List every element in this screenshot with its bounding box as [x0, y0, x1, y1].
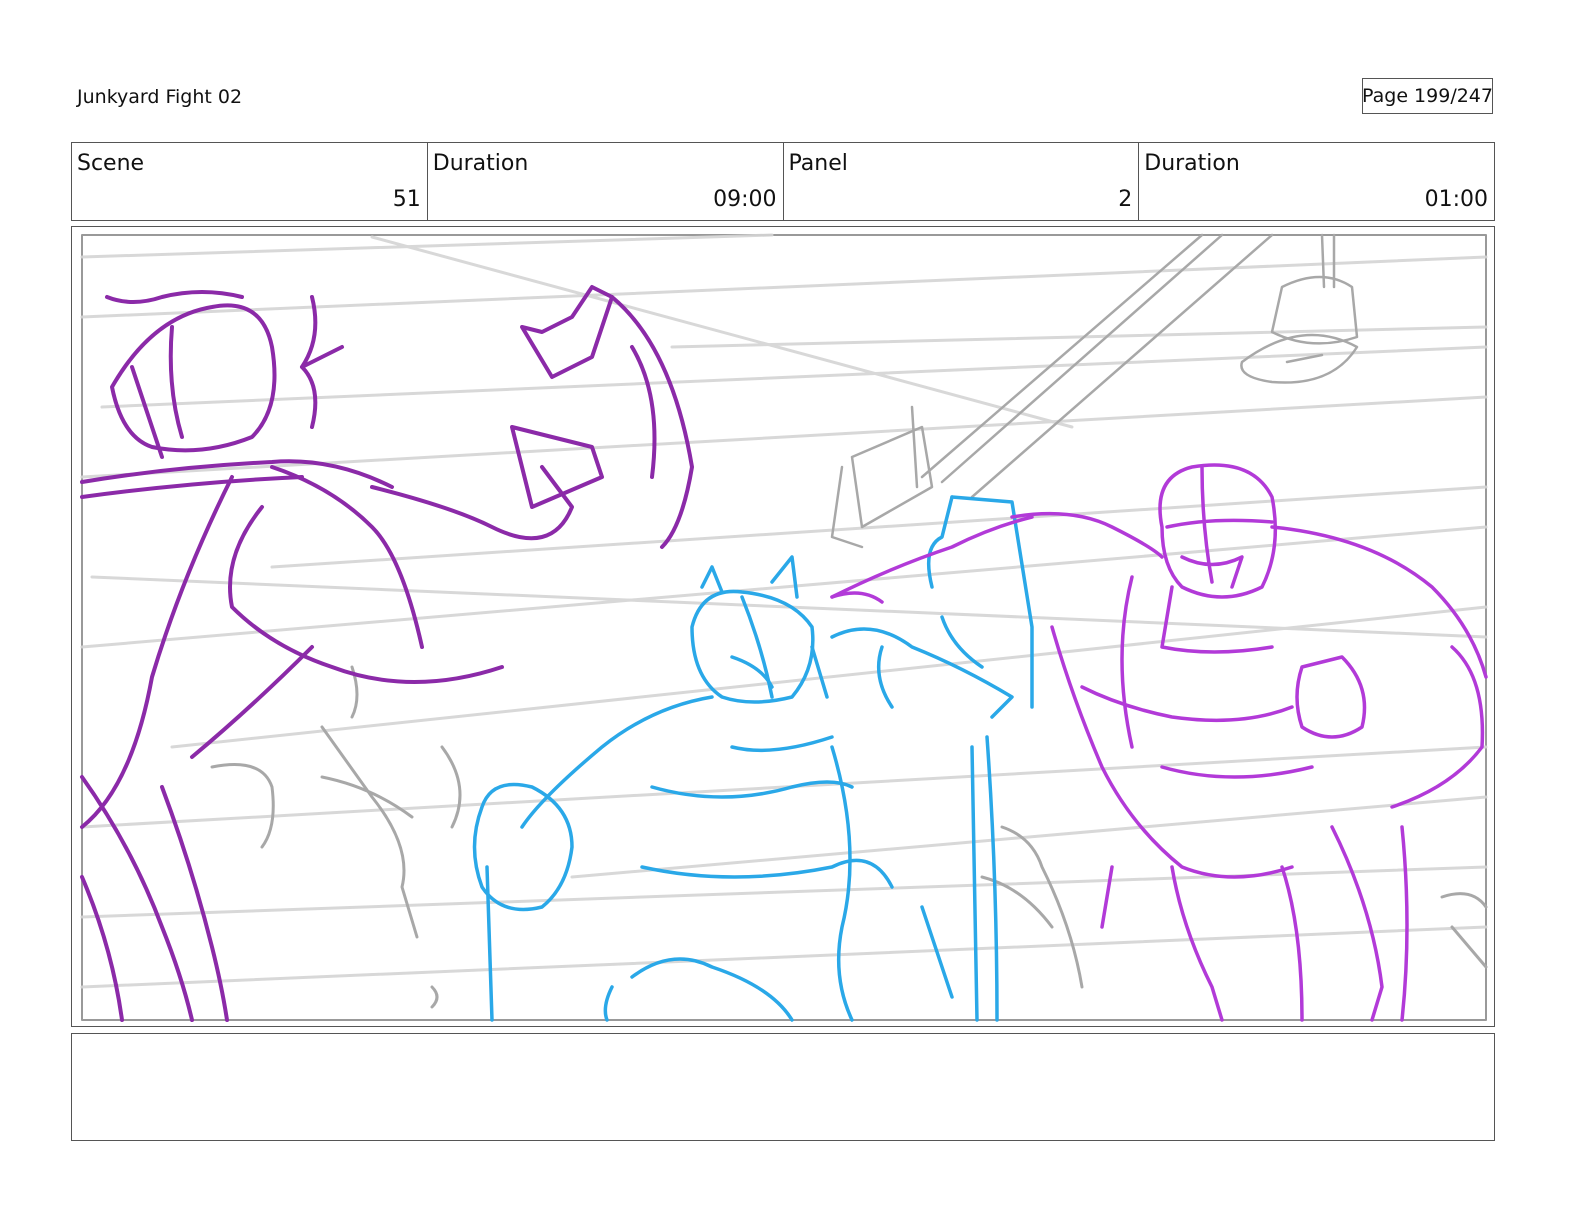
panel-value: 2 [1118, 187, 1133, 212]
storyboard-sketch [80, 233, 1488, 1022]
scene-duration-label: Duration [432, 151, 529, 176]
scene-duration-value: 09:00 [713, 187, 777, 212]
scene-cell: Scene 51 [72, 143, 428, 220]
document-title: Junkyard Fight 02 [77, 86, 243, 108]
center-character-sketch [472, 495, 1034, 1022]
scene-duration-cell: Duration 09:00 [428, 143, 784, 220]
scene-value: 51 [392, 187, 421, 212]
page-number-badge: Page 199/247 [1362, 78, 1493, 114]
panel-label: Panel [788, 151, 848, 176]
panel-cell: Panel 2 [784, 143, 1140, 220]
scene-label: Scene [77, 151, 145, 176]
panel-duration-cell: Duration 01:00 [1139, 143, 1494, 220]
scene-info-row: Scene 51 Duration 09:00 Panel 2 Duration… [71, 142, 1495, 221]
notes-box [71, 1033, 1495, 1141]
storyboard-panel [71, 226, 1495, 1027]
panel-duration-label: Duration [1144, 151, 1240, 176]
left-character-sketch [80, 285, 694, 1022]
panel-duration-value: 01:00 [1424, 187, 1488, 212]
